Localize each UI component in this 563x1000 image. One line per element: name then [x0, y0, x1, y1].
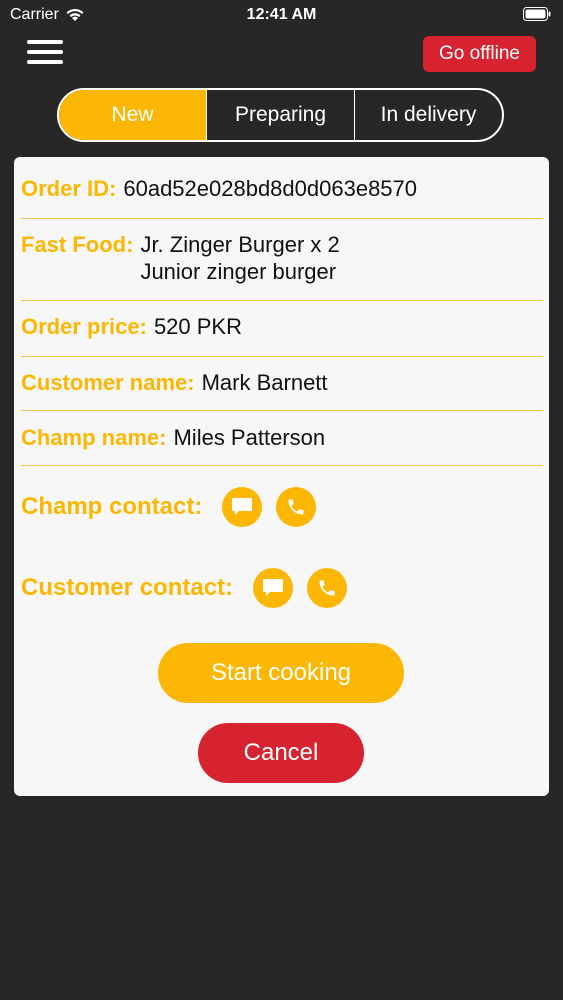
champ-name-label: Champ name: — [21, 425, 167, 450]
go-offline-button[interactable]: Go offline — [423, 36, 536, 72]
start-cooking-button[interactable]: Start cooking — [158, 643, 404, 703]
status-bar: Carrier 12:41 AM — [0, 0, 563, 30]
champ-contact-row: Champ contact: — [21, 487, 317, 527]
customer-name-value: Mark Barnett — [201, 370, 328, 395]
phone-icon[interactable] — [307, 568, 348, 608]
champ-name-value: Miles Patterson — [173, 425, 326, 450]
food-item-line: Jr. Zinger Burger x 2 — [140, 232, 340, 257]
order-id-label: Order ID: — [21, 176, 117, 201]
food-item-line: Junior zinger burger — [140, 259, 337, 284]
order-id-row: Order ID: 60ad52e028bd8d0d063e8570 — [21, 175, 543, 219]
clock: 12:41 AM — [246, 6, 317, 23]
customer-contact-label: Customer contact: — [21, 574, 234, 601]
order-status-tabs: New Preparing In delivery — [57, 88, 504, 142]
order-card: Order ID: 60ad52e028bd8d0d063e8570 Fast … — [14, 157, 549, 796]
fast-food-label: Fast Food: — [21, 232, 134, 257]
tab-new[interactable]: New — [59, 90, 207, 140]
order-price-value: 520 PKR — [153, 314, 242, 339]
message-icon[interactable] — [222, 487, 263, 527]
hamburger-menu-icon[interactable] — [27, 40, 63, 66]
order-id-value: 60ad52e028bd8d0d063e8570 — [123, 176, 418, 201]
fast-food-row: Fast Food: Jr. Zinger Burger x 2 Junior … — [21, 231, 543, 301]
champ-contact-label: Champ contact: — [21, 493, 203, 520]
fast-food-items: Jr. Zinger Burger x 2 Junior zinger burg… — [140, 231, 339, 300]
customer-name-label: Customer name: — [21, 370, 195, 395]
order-price-row: Order price: 520 PKR — [21, 313, 543, 357]
customer-name-row: Customer name: Mark Barnett — [21, 369, 543, 411]
phone-icon[interactable] — [276, 487, 317, 527]
message-icon[interactable] — [253, 568, 294, 608]
order-price-label: Order price: — [21, 314, 147, 339]
cancel-button[interactable]: Cancel — [198, 723, 364, 783]
customer-contact-row: Customer contact: — [21, 568, 348, 608]
battery-icon — [523, 7, 551, 26]
champ-name-row: Champ name: Miles Patterson — [21, 424, 543, 466]
tab-preparing[interactable]: Preparing — [207, 90, 355, 140]
tab-in-delivery[interactable]: In delivery — [355, 90, 502, 140]
